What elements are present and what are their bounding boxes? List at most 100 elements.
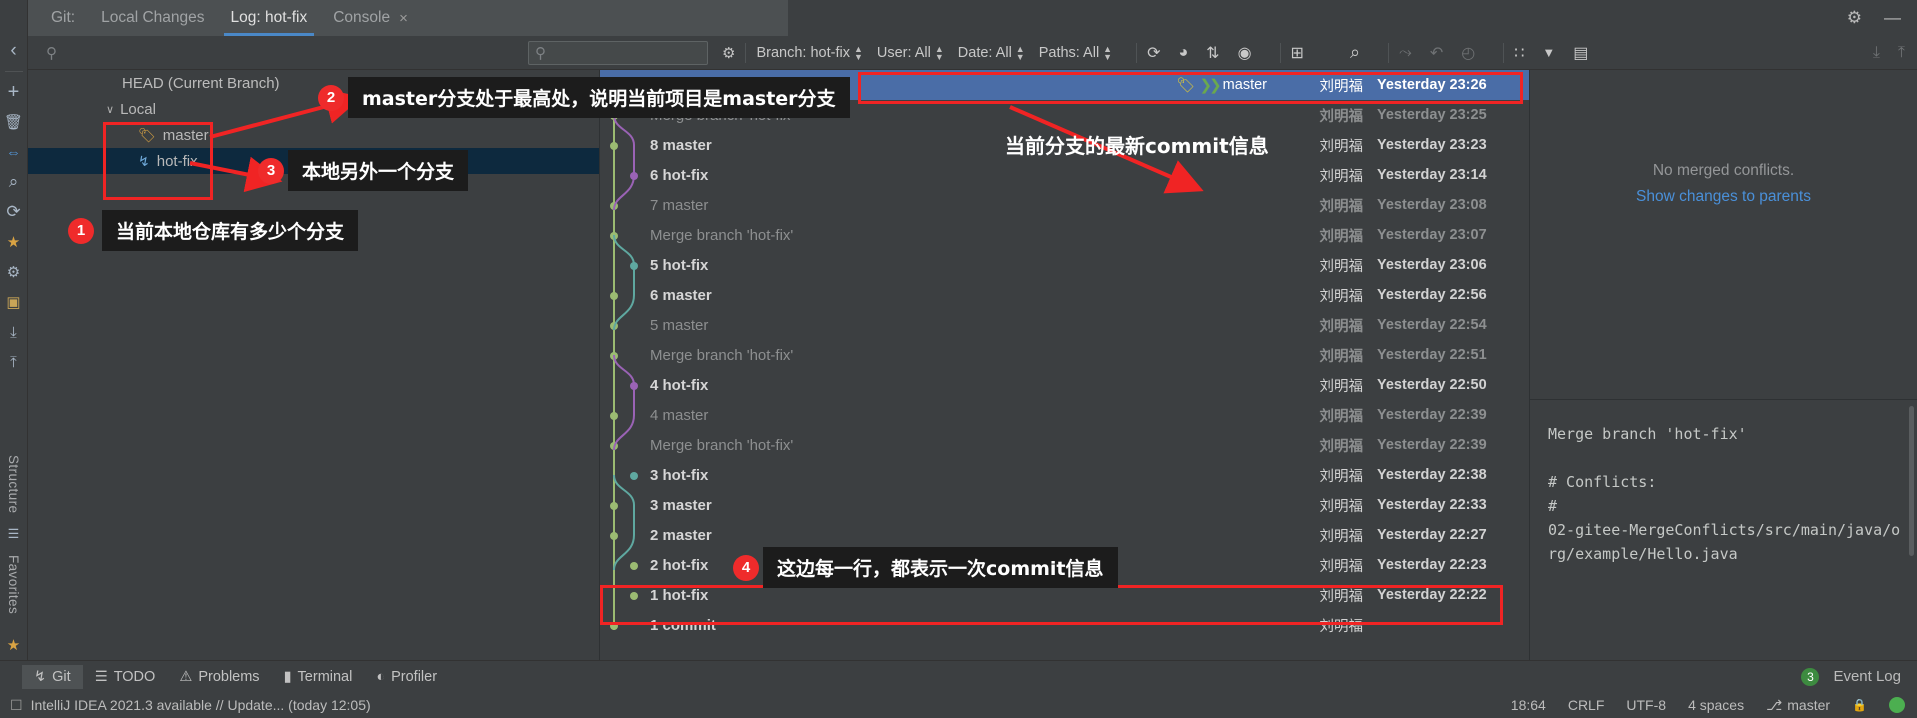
expand-all-icon[interactable]: ⤓ [0, 317, 28, 347]
date-filter[interactable]: Date: All ▲ ▼ [958, 43, 1025, 62]
bottom-tool-git-label: Git [52, 668, 71, 685]
favorites-star-icon[interactable]: ★ [0, 630, 28, 660]
tab-console[interactable]: Console × [320, 0, 421, 36]
paths-filter-label: Paths: All [1038, 44, 1100, 61]
go-to-hash-icon[interactable]: ⤳ [1399, 44, 1412, 62]
gear-icon[interactable]: ⚙ [1847, 8, 1862, 28]
status-message[interactable]: IntelliJ IDEA 2021.3 available // Update… [31, 697, 371, 713]
annotation-text-5: 当前分支的最新commit信息 [1005, 134, 1269, 158]
line-separator[interactable]: CRLF [1568, 697, 1605, 713]
refresh-icon[interactable]: ⟳ [0, 197, 28, 227]
commit-row[interactable]: 5 master 刘明福 Yesterday 22:54 [600, 310, 1529, 340]
commit-row[interactable]: 3 master 刘明福 Yesterday 22:33 [600, 490, 1529, 520]
notification-icon[interactable]: ☐ [10, 697, 23, 714]
commit-row[interactable]: 4 master 刘明福 Yesterday 22:39 [600, 400, 1529, 430]
commit-changes-area: No merged conflicts. Show changes to par… [1530, 70, 1917, 400]
inspection-status-icon[interactable] [1889, 697, 1905, 713]
history-icon[interactable]: ◴ [1461, 43, 1475, 63]
favorite-icon[interactable]: ★ [0, 227, 28, 257]
show-changes-to-parents-link[interactable]: Show changes to parents [1530, 188, 1917, 206]
commit-row[interactable]: Merge branch 'hot-fix' 刘明福 Yesterday 22:39 [600, 430, 1529, 460]
chevron-updown-icon: ▲ ▼ [1015, 43, 1025, 62]
git-log-toolbar: ⚲ ⚲ ⚙ Branch: hot-fix ▲ ▼ User: All ▲ ▼ Date… [28, 36, 1917, 70]
settings-icon[interactable]: ⚙ [0, 257, 28, 287]
close-icon[interactable]: × [399, 10, 408, 27]
expand-all-icon[interactable]: ⤓ [1873, 44, 1880, 62]
commit-row[interactable]: Merge branch 'hot-fix' 刘明福 Yesterday 23:07 [600, 220, 1529, 250]
commit-date: Yesterday 22:27 [1377, 527, 1487, 543]
commit-message: 6 hot-fix [650, 166, 709, 184]
caret-position[interactable]: 18:64 [1511, 697, 1546, 713]
lock-icon[interactable]: 🔒 [1852, 698, 1867, 712]
file-encoding[interactable]: UTF-8 [1626, 697, 1666, 713]
indent-setting[interactable]: 4 spaces [1688, 697, 1744, 713]
local-group-label: Local [120, 100, 156, 118]
branch-icon: ⎇ [1766, 696, 1783, 713]
annotation-text-1: 当前本地仓库有多少个分支 [102, 210, 359, 251]
commit-author: 刘明福 [1319, 198, 1364, 215]
commit-message: 3 master [650, 496, 712, 514]
revert-icon[interactable]: ↶ [1430, 43, 1443, 63]
branch-filter[interactable]: Branch: hot-fix ▲ ▼ [756, 44, 862, 61]
rail-favorites-label[interactable]: Favorites [6, 549, 21, 620]
log-search-box[interactable]: ⚲ [528, 40, 708, 65]
gear-icon[interactable]: ⚙ [722, 44, 735, 62]
event-log-label[interactable]: Event Log [1833, 668, 1901, 685]
annotation-text-3: 本地另外一个分支 [288, 150, 469, 191]
commit-date: Yesterday 23:06 [1377, 257, 1487, 273]
collapse-rail-icon[interactable]: ‹ [0, 36, 28, 66]
current-branch[interactable]: ⎇ master [1766, 697, 1830, 714]
bottom-tool-terminal[interactable]: ▮ Terminal [272, 665, 365, 689]
commit-row[interactable]: 3 hot-fix 刘明福 Yesterday 22:38 [600, 460, 1529, 490]
refresh-icon[interactable]: ⟳ [1147, 43, 1160, 63]
tab-log-hot-fix[interactable]: Log: hot-fix [218, 0, 321, 36]
commit-row[interactable]: 7 master 刘明福 Yesterday 23:08 [600, 190, 1529, 220]
new-branch-icon[interactable]: ⊞ [1291, 43, 1304, 63]
show-diff-icon[interactable]: ◉ [1238, 43, 1252, 63]
delete-icon[interactable]: 🗑 [0, 107, 28, 137]
bottom-tool-profiler-label: Profiler [391, 668, 438, 685]
collapse-all-icon[interactable]: ⤒ [0, 347, 28, 377]
bottom-tool-git[interactable]: ↯ Git [22, 664, 83, 689]
commit-row[interactable]: 6 master 刘明福 Yesterday 22:56 [600, 280, 1529, 310]
commit-author: 刘明福 [1319, 438, 1364, 455]
commit-message: 5 master [650, 316, 709, 334]
branch-search-icon[interactable]: ⚲ [46, 44, 57, 62]
commit-row[interactable]: Merge branch 'hot-fix' 刘明福 Yesterday 22:51 [600, 340, 1529, 370]
bottom-tool-profiler[interactable]: ◐ Profiler [364, 665, 449, 689]
detail-scrollbar[interactable] [1909, 406, 1914, 556]
graph-dot [610, 322, 618, 330]
commit-author: 刘明福 [1319, 498, 1364, 515]
top-tab-bar: Git: Local Changes Log: hot-fix Console … [0, 0, 1917, 36]
commit-row[interactable]: 2 master 刘明福 Yesterday 22:27 [600, 520, 1529, 550]
bottom-tool-todo[interactable]: ☰ TODO [83, 665, 168, 689]
structure-icon[interactable]: ☰ [0, 519, 28, 549]
commit-graph-node [600, 400, 650, 430]
filter-icon[interactable]: ▼ [1542, 45, 1555, 60]
compare-icon[interactable]: ⇅ [1206, 43, 1219, 63]
annotation-badge-4: 4 [733, 554, 759, 581]
annotation-badge-3: 3 [258, 157, 284, 184]
rail-structure-label[interactable]: Structure [6, 449, 21, 519]
chevron-down-icon[interactable]: ∨ [106, 103, 114, 116]
commit-graph-node [600, 430, 650, 460]
merge-icon[interactable]: ⇔ [0, 137, 28, 167]
add-icon[interactable]: + [0, 77, 28, 107]
terminal-icon: ▮ [283, 668, 292, 685]
tab-local-changes[interactable]: Local Changes [88, 0, 217, 36]
bottom-tool-terminal-label: Terminal [297, 668, 353, 685]
search-icon[interactable]: ⌕ [0, 167, 28, 197]
cherry-pick-icon[interactable]: ◕ [1179, 44, 1189, 62]
layout-icon[interactable]: ▤ [1573, 43, 1588, 63]
minimize-icon[interactable]: — [1884, 8, 1901, 28]
bottom-tool-problems[interactable]: ⚠ Problems [167, 665, 271, 689]
commit-row[interactable]: 6 hot-fix 刘明福 Yesterday 23:14 [600, 160, 1529, 190]
search-icon[interactable]: ⌕ [1350, 42, 1360, 63]
commit-row[interactable]: 5 hot-fix 刘明福 Yesterday 23:06 [600, 250, 1529, 280]
folder-icon[interactable]: ▣ [0, 287, 28, 317]
user-filter[interactable]: User: All ▲ ▼ [877, 44, 944, 61]
presentation-icon[interactable]: ∷ [1514, 43, 1524, 63]
paths-filter[interactable]: Paths: All ▲ ▼ [1038, 44, 1112, 61]
collapse-all-icon[interactable]: ⤒ [1898, 44, 1905, 62]
commit-row[interactable]: 4 hot-fix 刘明福 Yesterday 22:50 [600, 370, 1529, 400]
